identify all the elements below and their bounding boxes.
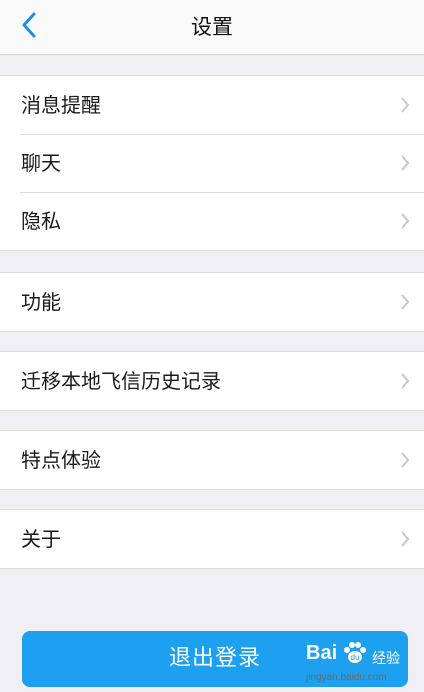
settings-item-notifications[interactable]: 消息提醒 — [0, 76, 424, 134]
settings-group-main: 消息提醒 聊天 隐私 — [0, 75, 424, 251]
settings-item-label: 消息提醒 — [21, 93, 101, 117]
settings-item-label: 聊天 — [21, 151, 61, 175]
chevron-right-icon — [401, 452, 410, 468]
settings-item-label: 隐私 — [21, 209, 61, 233]
settings-item-label: 关于 — [21, 527, 61, 551]
settings-item-label: 迁移本地飞信历史记录 — [21, 369, 221, 393]
chevron-right-icon — [401, 155, 410, 171]
settings-item-chat[interactable]: 聊天 — [0, 134, 424, 192]
chevron-right-icon — [401, 97, 410, 113]
settings-item-label: 功能 — [21, 290, 61, 314]
settings-group-experience: 特点体验 — [0, 430, 424, 490]
settings-item-about[interactable]: 关于 — [0, 510, 424, 568]
navigation-bar: 设置 — [0, 0, 424, 55]
settings-item-features[interactable]: 功能 — [0, 273, 424, 331]
chevron-right-icon — [401, 294, 410, 310]
page-title: 设置 — [191, 15, 233, 39]
settings-group-about: 关于 — [0, 509, 424, 569]
settings-group-features: 功能 — [0, 272, 424, 332]
settings-group-migrate: 迁移本地飞信历史记录 — [0, 351, 424, 411]
chevron-right-icon — [401, 531, 410, 547]
baidu-jingyan-watermark: Bai du 经验 jingyan.baidu.com — [300, 638, 422, 690]
settings-item-migrate-history[interactable]: 迁移本地飞信历史记录 — [0, 352, 424, 410]
chevron-right-icon — [401, 373, 410, 389]
watermark-suffix: 经验 — [372, 651, 400, 667]
settings-item-privacy[interactable]: 隐私 — [0, 192, 424, 250]
settings-item-feature-experience[interactable]: 特点体验 — [0, 431, 424, 489]
svg-text:du: du — [351, 653, 360, 662]
settings-item-label: 特点体验 — [21, 448, 101, 472]
paw-icon: du — [344, 642, 366, 663]
chevron-right-icon — [401, 213, 410, 229]
watermark-brand: Bai — [306, 642, 338, 664]
watermark-url: jingyan.baidu.com — [306, 672, 387, 683]
